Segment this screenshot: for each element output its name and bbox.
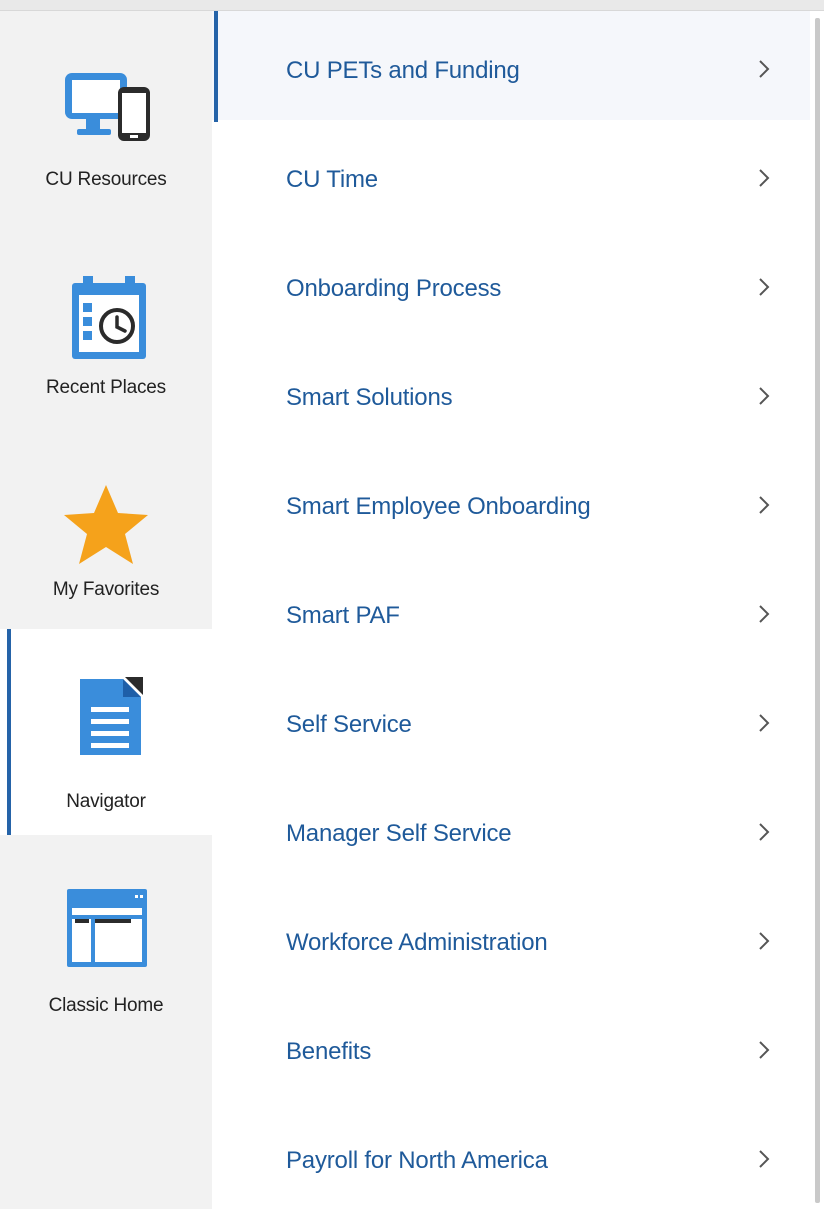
menu-item-cu-pets-and-funding[interactable]: CU PETs and Funding bbox=[212, 11, 810, 122]
menu-item-smart-solutions[interactable]: Smart Solutions bbox=[212, 338, 810, 447]
menu-item-label: Smart PAF bbox=[286, 602, 400, 629]
sidebar-item-label: Navigator bbox=[66, 791, 146, 812]
sidebar-item-navigator[interactable]: Navigator bbox=[0, 629, 212, 835]
chevron-right-icon bbox=[752, 1144, 776, 1174]
menu-item-label: Benefits bbox=[286, 1038, 372, 1065]
sidebar-item-my-favorites[interactable]: My Favorites bbox=[0, 423, 212, 629]
sidebar-item-recent-places[interactable]: Recent Places bbox=[0, 217, 212, 423]
menu-item-smart-employee-onboarding[interactable]: Smart Employee Onboarding bbox=[212, 447, 810, 556]
menu-item-label: CU PETs and Funding bbox=[286, 57, 520, 84]
chevron-right-icon bbox=[752, 490, 776, 520]
sidebar-item-label: CU Resources bbox=[45, 169, 167, 190]
sidebar: CU Resources Recent Places My Favorites bbox=[0, 11, 212, 1209]
sidebar-item-classic-home[interactable]: Classic Home bbox=[0, 835, 212, 1041]
chevron-right-icon bbox=[752, 163, 776, 193]
menu-item-label: Workforce Administration bbox=[286, 929, 548, 956]
chevron-right-icon bbox=[752, 599, 776, 629]
document-icon bbox=[55, 659, 157, 763]
menu-item-label: Self Service bbox=[286, 711, 412, 738]
menu-item-onboarding-process[interactable]: Onboarding Process bbox=[212, 229, 810, 338]
menu-item-benefits[interactable]: Benefits bbox=[212, 992, 810, 1101]
menu-item-label: Onboarding Process bbox=[286, 275, 502, 302]
menu-item-label: Smart Solutions bbox=[286, 384, 453, 411]
menu-item-manager-self-service[interactable]: Manager Self Service bbox=[212, 774, 810, 883]
calendar-clock-icon bbox=[55, 263, 157, 367]
chevron-right-icon bbox=[752, 926, 776, 956]
menu-item-label: Smart Employee Onboarding bbox=[286, 493, 591, 520]
menu-item-self-service[interactable]: Self Service bbox=[212, 665, 810, 774]
monitor-phone-icon bbox=[55, 51, 157, 155]
sidebar-item-cu-resources[interactable]: CU Resources bbox=[0, 11, 212, 217]
menu-item-label: Manager Self Service bbox=[286, 820, 512, 847]
chevron-right-icon bbox=[752, 54, 776, 84]
chevron-right-icon bbox=[752, 817, 776, 847]
chevron-right-icon bbox=[752, 381, 776, 411]
chevron-right-icon bbox=[752, 708, 776, 738]
menu-item-label: CU Time bbox=[286, 166, 378, 193]
window-icon bbox=[55, 875, 157, 979]
chevron-right-icon bbox=[752, 1035, 776, 1065]
chevron-right-icon bbox=[752, 272, 776, 302]
top-bar bbox=[0, 0, 824, 11]
menu-item-label: Payroll for North America bbox=[286, 1147, 548, 1174]
scrollbar-thumb[interactable] bbox=[815, 18, 820, 1203]
sidebar-item-label: Classic Home bbox=[48, 995, 164, 1016]
sidebar-item-label: Recent Places bbox=[46, 377, 166, 398]
star-icon bbox=[55, 473, 157, 577]
menu-item-cu-time[interactable]: CU Time bbox=[212, 120, 810, 229]
menu-item-smart-paf[interactable]: Smart PAF bbox=[212, 556, 810, 665]
menu-item-payroll-for-north-america[interactable]: Payroll for North America bbox=[212, 1101, 810, 1210]
sidebar-item-label: My Favorites bbox=[52, 579, 160, 600]
menu-item-workforce-administration[interactable]: Workforce Administration bbox=[212, 883, 810, 992]
